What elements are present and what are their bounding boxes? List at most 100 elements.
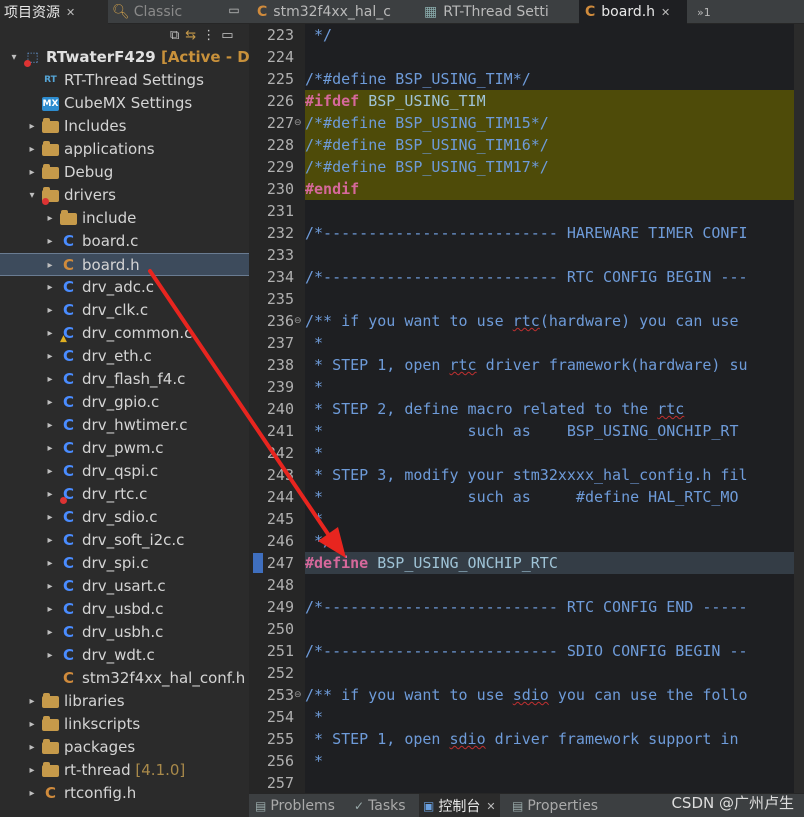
chevron-right-icon[interactable]: ▸: [26, 161, 38, 184]
code-editor[interactable]: */ /*#define BSP_USING_TIM*/ #ifdef BSP_US…: [305, 24, 794, 793]
chevron-right-icon[interactable]: ▸: [26, 782, 38, 805]
close-icon[interactable]: ✕: [66, 6, 75, 19]
chevron-right-icon[interactable]: ▸: [44, 506, 56, 529]
chevron-right-icon[interactable]: ▸: [26, 690, 38, 713]
editor-tab-rt-settings[interactable]: ▦ RT-Thread Setti: [418, 0, 578, 24]
tree-item[interactable]: RT RT-Thread Settings: [0, 69, 249, 92]
chevron-right-icon[interactable]: ▸: [44, 207, 56, 230]
tree-item[interactable]: ▸ linkscripts: [0, 713, 249, 736]
code-line: #define BSP_USING_ONCHIP_RTC: [305, 552, 794, 574]
tree-item[interactable]: ▸ Cdrv_hwtimer.c: [0, 414, 249, 437]
chevron-down-icon[interactable]: ▾: [8, 46, 20, 69]
chevron-right-icon[interactable]: ▸: [26, 138, 38, 161]
chevron-right-icon[interactable]: ▸: [44, 621, 56, 644]
tab-properties[interactable]: ▤ Properties: [512, 794, 598, 817]
tree-item[interactable]: ▸ Cdrv_usbh.c: [0, 621, 249, 644]
tab-tasks[interactable]: ✓ Tasks: [354, 794, 406, 817]
tree-item-label: board.c: [82, 232, 139, 250]
tab-problems[interactable]: ▤ Problems: [255, 794, 335, 817]
chevron-down-icon[interactable]: ▾: [26, 184, 38, 207]
tree-item[interactable]: ▸ Cboard.h: [0, 253, 249, 276]
link-editor-icon[interactable]: ⇆: [185, 28, 196, 43]
tree-item[interactable]: MX CubeMX Settings: [0, 92, 249, 115]
chevron-right-icon[interactable]: ▸: [44, 414, 56, 437]
tree-item[interactable]: ▸ Cdrv_spi.c: [0, 552, 249, 575]
fold-toggle-icon[interactable]: ⊖: [294, 310, 304, 332]
chevron-right-icon[interactable]: ▸: [44, 483, 56, 506]
tree-item[interactable]: ▸ Crtconfig.h: [0, 782, 249, 805]
chevron-right-icon[interactable]: ▸: [26, 736, 38, 759]
chevron-right-icon[interactable]: ▸: [44, 368, 56, 391]
tree-item[interactable]: ▸ Cdrv_rtc.c: [0, 483, 249, 506]
chevron-right-icon[interactable]: ▸: [44, 391, 56, 414]
code-line: * STEP 2, define macro related to the rt…: [305, 398, 794, 420]
tree-item[interactable]: ▸ libraries: [0, 690, 249, 713]
editor-tab-hal[interactable]: C stm32f4xx_hal_c: [249, 0, 417, 24]
chevron-right-icon[interactable]: ▸: [44, 460, 56, 483]
tree-item-label: drv_rtc.c: [82, 485, 148, 503]
chevron-right-icon[interactable]: ▸: [44, 575, 56, 598]
tree-item[interactable]: ▸ Cdrv_sdio.c: [0, 506, 249, 529]
chevron-right-icon[interactable]: ▸: [44, 345, 56, 368]
chevron-right-icon[interactable]: ▸: [44, 322, 56, 345]
tree-item[interactable]: ▸ Cdrv_wdt.c: [0, 644, 249, 667]
tab-classic[interactable]: 🔍︎ Classic: [108, 0, 212, 24]
tree-item[interactable]: ▸ applications: [0, 138, 249, 161]
tab-project-resources[interactable]: 项目资源 ✕: [0, 0, 108, 24]
tree-item-label: drivers: [64, 186, 116, 204]
minimize-icon[interactable]: ▭: [222, 3, 246, 20]
close-icon[interactable]: ✕: [661, 6, 670, 19]
chevron-right-icon[interactable]: ▸: [44, 529, 56, 552]
chevron-right-icon[interactable]: ▸: [44, 230, 56, 253]
spelling-squiggle: rtc: [657, 400, 685, 418]
tree-item[interactable]: ▸ Cdrv_qspi.c: [0, 460, 249, 483]
tree-item[interactable]: ▸ Cdrv_clk.c: [0, 299, 249, 322]
tree-item[interactable]: ▸ Cdrv_adc.c: [0, 276, 249, 299]
tree-item[interactable]: ▸ packages: [0, 736, 249, 759]
tree-item[interactable]: ▸ Cdrv_usart.c: [0, 575, 249, 598]
minimize-view-icon[interactable]: ▭: [221, 28, 233, 43]
tree-item[interactable]: ▸ Cdrv_usbd.c: [0, 598, 249, 621]
tree-item-label: drv_usbh.c: [82, 623, 164, 641]
tree-item[interactable]: ▸ Cdrv_soft_i2c.c: [0, 529, 249, 552]
chevron-right-icon[interactable]: ▸: [44, 276, 56, 299]
tree-item[interactable]: ▸ Debug: [0, 161, 249, 184]
code-line: /*#define BSP_USING_TIM*/: [305, 70, 531, 88]
tree-item[interactable]: ▾ drivers: [0, 184, 249, 207]
tree-item[interactable]: ▸ Cdrv_pwm.c: [0, 437, 249, 460]
collapse-all-icon[interactable]: ⧉: [170, 28, 179, 43]
vertical-scrollbar[interactable]: [794, 24, 804, 793]
folder-icon: [60, 210, 77, 225]
c-source-icon: C: [62, 531, 74, 549]
c-file-icon: C: [585, 4, 596, 20]
code-line: * STEP 1, open sdio driver framework sup…: [305, 728, 794, 750]
tree-item[interactable]: ▸ rt-thread [4.1.0]: [0, 759, 249, 782]
tree-item[interactable]: Cstm32f4xx_hal_conf.h: [0, 667, 249, 690]
tab-console[interactable]: ▣ 控制台 ✕: [419, 794, 500, 817]
tree-item[interactable]: ▸ Cdrv_gpio.c: [0, 391, 249, 414]
chevron-right-icon[interactable]: ▸: [44, 299, 56, 322]
close-icon[interactable]: ✕: [486, 800, 495, 813]
editor-tab-board-h[interactable]: C board.h ✕: [579, 0, 687, 24]
tree-item[interactable]: ▸ C ▲ drv_common.c: [0, 322, 249, 345]
fold-toggle-icon[interactable]: ⊖: [294, 684, 304, 706]
tree-item[interactable]: ▸ Cdrv_flash_f4.c: [0, 368, 249, 391]
tree-item[interactable]: ▸ include: [0, 207, 249, 230]
tree-item[interactable]: ▸ Includes: [0, 115, 249, 138]
more-tabs-button[interactable]: »1: [693, 0, 723, 24]
chevron-right-icon[interactable]: ▸: [26, 115, 38, 138]
chevron-right-icon[interactable]: ▸: [44, 644, 56, 667]
chevron-right-icon[interactable]: ▸: [44, 552, 56, 575]
tree-item[interactable]: ▾ ⬚ RTwaterF429 [Active - De: [0, 46, 260, 69]
settings-icon: ▦: [424, 4, 438, 20]
tree-item[interactable]: ▸ Cdrv_eth.c: [0, 345, 249, 368]
line-number: 237: [266, 334, 294, 352]
fold-toggle-icon[interactable]: ⊖: [294, 112, 304, 134]
tree-item[interactable]: ▸ Cboard.c: [0, 230, 249, 253]
chevron-right-icon[interactable]: ▸: [44, 254, 56, 277]
chevron-right-icon[interactable]: ▸: [26, 713, 38, 736]
chevron-right-icon[interactable]: ▸: [44, 598, 56, 621]
chevron-right-icon[interactable]: ▸: [44, 437, 56, 460]
view-menu-icon[interactable]: ⋮: [202, 28, 215, 43]
chevron-right-icon[interactable]: ▸: [26, 759, 38, 782]
